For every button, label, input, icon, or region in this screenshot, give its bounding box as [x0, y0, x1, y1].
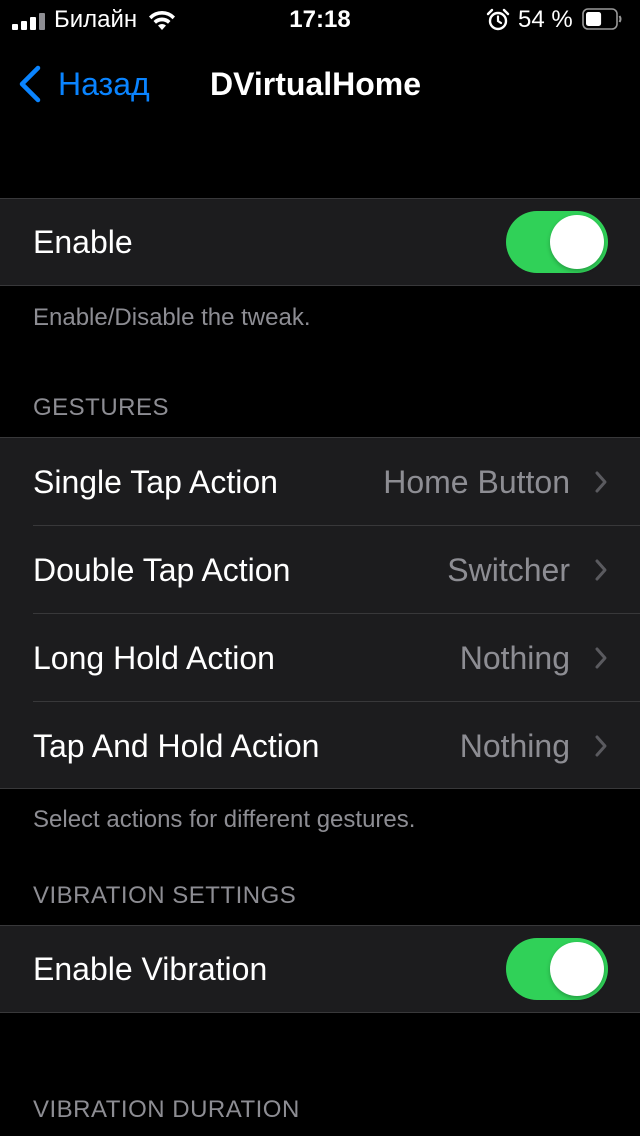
double-tap-value: Switcher [447, 552, 570, 588]
gestures-group: Single Tap Action Home Button Double Tap… [0, 437, 640, 789]
chevron-right-icon [595, 735, 607, 757]
double-tap-label: Double Tap Action [33, 552, 291, 588]
toggle-knob [550, 215, 604, 269]
enable-vibration-label: Enable Vibration [33, 951, 268, 987]
vibration-settings-header: VIBRATION SETTINGS [33, 882, 297, 909]
tap-and-hold-label: Tap And Hold Action [33, 728, 320, 764]
vibration-group: Enable Vibration [0, 925, 640, 1013]
status-bar: Билайн 17:18 54 % [0, 0, 640, 40]
enable-vibration-toggle[interactable] [506, 938, 608, 1000]
single-tap-value: Home Button [383, 464, 570, 500]
tap-and-hold-row[interactable]: Tap And Hold Action Nothing [0, 702, 640, 790]
alarm-icon [486, 8, 510, 31]
battery-icon [582, 8, 622, 30]
enable-group: Enable [0, 198, 640, 286]
battery-percent: 54 % [518, 6, 573, 33]
back-chevron-icon[interactable] [16, 64, 44, 104]
gestures-header: GESTURES [33, 394, 170, 421]
double-tap-row[interactable]: Double Tap Action Switcher [0, 526, 640, 614]
enable-vibration-row[interactable]: Enable Vibration [0, 926, 640, 1014]
page-title: DVirtualHome [210, 66, 422, 102]
enable-label: Enable [33, 224, 133, 260]
single-tap-row[interactable]: Single Tap Action Home Button [0, 438, 640, 526]
single-tap-label: Single Tap Action [33, 464, 278, 500]
long-hold-row[interactable]: Long Hold Action Nothing [0, 614, 640, 702]
long-hold-value: Nothing [459, 640, 570, 676]
enable-footer: Enable/Disable the tweak. [33, 304, 311, 331]
back-button[interactable]: Назад [58, 64, 150, 104]
long-hold-label: Long Hold Action [33, 640, 275, 676]
toggle-knob [550, 942, 604, 996]
chevron-right-icon [595, 471, 607, 493]
enable-row[interactable]: Enable [0, 199, 640, 287]
chevron-right-icon [595, 647, 607, 669]
tap-and-hold-value: Nothing [459, 728, 570, 764]
enable-toggle[interactable] [506, 211, 608, 273]
chevron-right-icon [595, 559, 607, 581]
vibration-duration-header: VIBRATION DURATION [33, 1096, 300, 1123]
gestures-footer: Select actions for different gestures. [33, 806, 416, 833]
